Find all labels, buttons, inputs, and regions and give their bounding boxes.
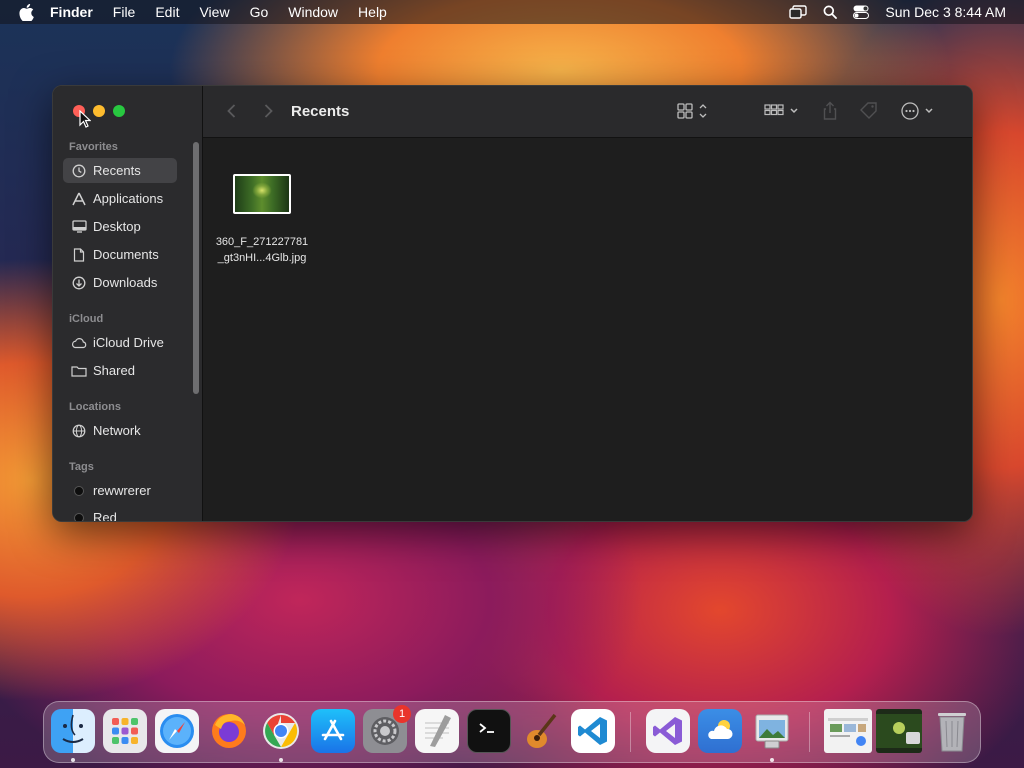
section-favorites: Favorites (69, 141, 118, 153)
desktop-icon (71, 220, 87, 233)
running-indicator (770, 758, 774, 762)
sidebar-item-label: Desktop (93, 219, 141, 234)
menu-view[interactable]: View (199, 4, 229, 20)
dock-separator (630, 712, 631, 752)
spotlight-search-icon[interactable] (823, 5, 838, 19)
sidebar-tag-rewwrerer[interactable]: rewwrerer (63, 478, 177, 503)
preview-icon[interactable] (750, 709, 794, 753)
sidebar-item-shared[interactable]: Shared (63, 358, 177, 383)
menu-edit[interactable]: Edit (155, 4, 179, 20)
toolbar: Recents (203, 86, 972, 138)
dock: 1 (43, 701, 981, 763)
visual-studio-icon[interactable] (646, 709, 690, 753)
sidebar-tag-red[interactable]: Red (63, 505, 177, 522)
control-center-icon[interactable] (853, 5, 870, 19)
menu-help[interactable]: Help (358, 4, 387, 20)
chrome-icon[interactable] (259, 709, 303, 753)
applications-icon (71, 192, 87, 206)
launchpad-icon[interactable] (103, 709, 147, 753)
apple-menu-icon[interactable] (16, 2, 36, 22)
trash-icon[interactable] (930, 709, 974, 753)
weather-icon[interactable] (698, 709, 742, 753)
finder-icon[interactable] (51, 709, 95, 753)
file-browser-content[interactable]: 360_F_271227781 _gt3nHI...4Glb.jpg (203, 138, 972, 521)
section-icloud: iCloud (69, 313, 104, 325)
sidebar-item-label: Applications (93, 191, 164, 206)
sidebar-item-label: Recents (93, 163, 141, 178)
minimized-window-thumbnail[interactable] (824, 709, 872, 753)
file-name: 360_F_271227781 _gt3nHI...4Glb.jpg (209, 234, 315, 266)
sidebar: Favorites Recents Applications Desktop D… (53, 86, 203, 521)
dock-separator (809, 712, 810, 752)
sidebar-item-label: Network (93, 423, 141, 438)
minimize-button[interactable] (93, 105, 105, 117)
garageband-icon[interactable] (519, 709, 563, 753)
sidebar-item-label: Downloads (93, 275, 158, 290)
menu-window[interactable]: Window (288, 4, 338, 20)
sidebar-item-applications[interactable]: Applications (63, 186, 177, 211)
menu-go[interactable]: Go (250, 4, 269, 20)
screen-mirroring-icon[interactable] (789, 5, 808, 19)
sidebar-item-downloads[interactable]: Downloads (63, 270, 177, 295)
icon-view-icon[interactable] (675, 100, 715, 122)
app-store-icon[interactable] (311, 709, 355, 753)
vscode-icon[interactable] (571, 709, 615, 753)
terminal-icon[interactable] (467, 709, 511, 753)
section-locations: Locations (69, 401, 121, 413)
tag-color-dot (71, 512, 87, 521)
sidebar-item-label: Red (93, 510, 117, 522)
sidebar-item-network[interactable]: Network (63, 418, 177, 443)
sidebar-item-label: Shared (93, 363, 135, 378)
globe-icon (71, 424, 87, 438)
back-chevron-icon[interactable] (221, 100, 243, 122)
file-name-line-2: _gt3nHI...4Glb.jpg (217, 252, 307, 264)
system-settings-icon[interactable]: 1 (363, 705, 411, 753)
tag-color-dot (71, 485, 87, 496)
share-icon[interactable] (819, 100, 841, 122)
sidebar-scrollbar[interactable] (193, 142, 199, 394)
finder-window: Favorites Recents Applications Desktop D… (52, 85, 973, 522)
image-thumbnail (233, 174, 291, 214)
menu-clock[interactable]: Sun Dec 3 8:44 AM (885, 4, 1006, 20)
forward-chevron-icon[interactable] (257, 100, 279, 122)
textedit-icon[interactable] (415, 709, 459, 753)
firefox-icon[interactable] (207, 709, 251, 753)
running-indicator (279, 758, 283, 762)
section-tags: Tags (69, 461, 94, 473)
notification-badge: 1 (393, 705, 411, 723)
app-name-menu[interactable]: Finder (50, 4, 93, 20)
menu-bar: Finder File Edit View Go Window Help Sun… (0, 0, 1024, 24)
more-actions-icon[interactable] (899, 100, 939, 122)
sidebar-item-desktop[interactable]: Desktop (63, 214, 177, 239)
document-icon (71, 247, 87, 262)
shared-folder-icon (71, 365, 87, 377)
sidebar-item-label: Documents (93, 247, 159, 262)
clock-icon (71, 164, 87, 178)
safari-icon[interactable] (155, 709, 199, 753)
group-by-icon[interactable] (761, 100, 801, 122)
sidebar-item-label: rewwrerer (93, 483, 151, 498)
sidebar-item-label: iCloud Drive (93, 335, 164, 350)
file-item[interactable]: 360_F_271227781 _gt3nHI...4Glb.jpg (209, 174, 315, 266)
window-title: Recents (291, 103, 350, 120)
running-indicator (71, 758, 75, 762)
minimized-image-thumbnail[interactable] (876, 709, 922, 753)
tag-icon[interactable] (858, 100, 880, 122)
cloud-icon (71, 337, 87, 349)
sidebar-item-recents[interactable]: Recents (63, 158, 177, 183)
mouse-pointer-icon (79, 109, 92, 133)
file-name-line-1: 360_F_271227781 (215, 236, 309, 248)
menu-file[interactable]: File (113, 4, 136, 20)
maximize-button[interactable] (113, 105, 125, 117)
sidebar-item-icloud-drive[interactable]: iCloud Drive (63, 330, 177, 355)
download-icon (71, 276, 87, 290)
sidebar-item-documents[interactable]: Documents (63, 242, 177, 267)
